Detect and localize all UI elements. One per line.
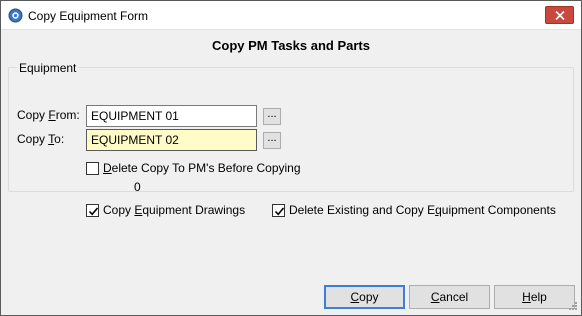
title-bar[interactable]: Copy Equipment Form <box>1 1 581 30</box>
gear-icon <box>8 8 23 23</box>
copy-button-key: C <box>350 290 360 304</box>
help-button-key: H <box>522 290 531 304</box>
copy-drawings-label-post: quipment Drawings <box>142 203 246 217</box>
copy-to-label-pre: Copy <box>17 132 49 146</box>
resize-grip-icon[interactable] <box>568 301 578 311</box>
copy-to-input[interactable]: EQUIPMENT 02 <box>86 129 257 151</box>
copy-to-browse-button[interactable]: ... <box>263 132 281 149</box>
copy-to-label: Copy To: <box>17 132 64 146</box>
copy-from-input[interactable]: EQUIPMENT 01 <box>86 105 257 127</box>
delete-pms-label-post: elete Copy To PM's Before Copying <box>111 161 301 175</box>
cancel-button[interactable]: Cancel <box>409 285 490 309</box>
copy-from-label: Copy From: <box>17 108 80 122</box>
cancel-button-rest: ancel <box>439 290 469 304</box>
copy-from-browse-button[interactable]: ... <box>263 108 281 125</box>
checkmark-icon <box>274 207 285 216</box>
copy-equipment-window: Copy Equipment Form Copy PM Tasks and Pa… <box>0 0 582 316</box>
copy-drawings-label-pre: Copy <box>103 203 135 217</box>
copy-button-rest: opy <box>359 290 379 304</box>
copy-components-checkbox[interactable] <box>272 204 285 217</box>
copy-components-label-key: q <box>435 203 442 217</box>
copy-button[interactable]: Copy <box>324 285 405 309</box>
close-icon <box>555 11 565 20</box>
copy-components-label[interactable]: Delete Existing and Copy Equipment Compo… <box>289 203 556 217</box>
help-button[interactable]: Help <box>494 285 575 309</box>
close-button[interactable] <box>545 6 574 24</box>
equipment-group-label: Equipment <box>17 61 79 75</box>
copy-components-label-pre: Delete Existing and Copy E <box>289 203 436 217</box>
copy-from-label-key: F <box>48 108 56 122</box>
help-button-rest: elp <box>530 290 547 304</box>
copy-to-label-post: o: <box>54 132 65 146</box>
copy-components-label-post: uipment Components <box>441 203 556 217</box>
copy-drawings-checkbox[interactable] <box>86 204 99 217</box>
delete-pms-label-key: D <box>103 161 112 175</box>
copy-from-label-post: rom: <box>55 108 80 122</box>
window-title: Copy Equipment Form <box>28 9 149 23</box>
copy-from-label-pre: Copy <box>17 108 49 122</box>
delete-pms-checkbox[interactable] <box>86 162 99 175</box>
copy-drawings-label[interactable]: Copy Equipment Drawings <box>103 203 245 217</box>
form-content: Copy PM Tasks and Parts Equipment Copy F… <box>2 30 580 315</box>
form-heading: Copy PM Tasks and Parts <box>212 38 370 53</box>
counter-value: 0 <box>134 180 141 194</box>
delete-pms-label[interactable]: Delete Copy To PM's Before Copying <box>103 161 301 175</box>
checkmark-icon <box>88 207 99 216</box>
